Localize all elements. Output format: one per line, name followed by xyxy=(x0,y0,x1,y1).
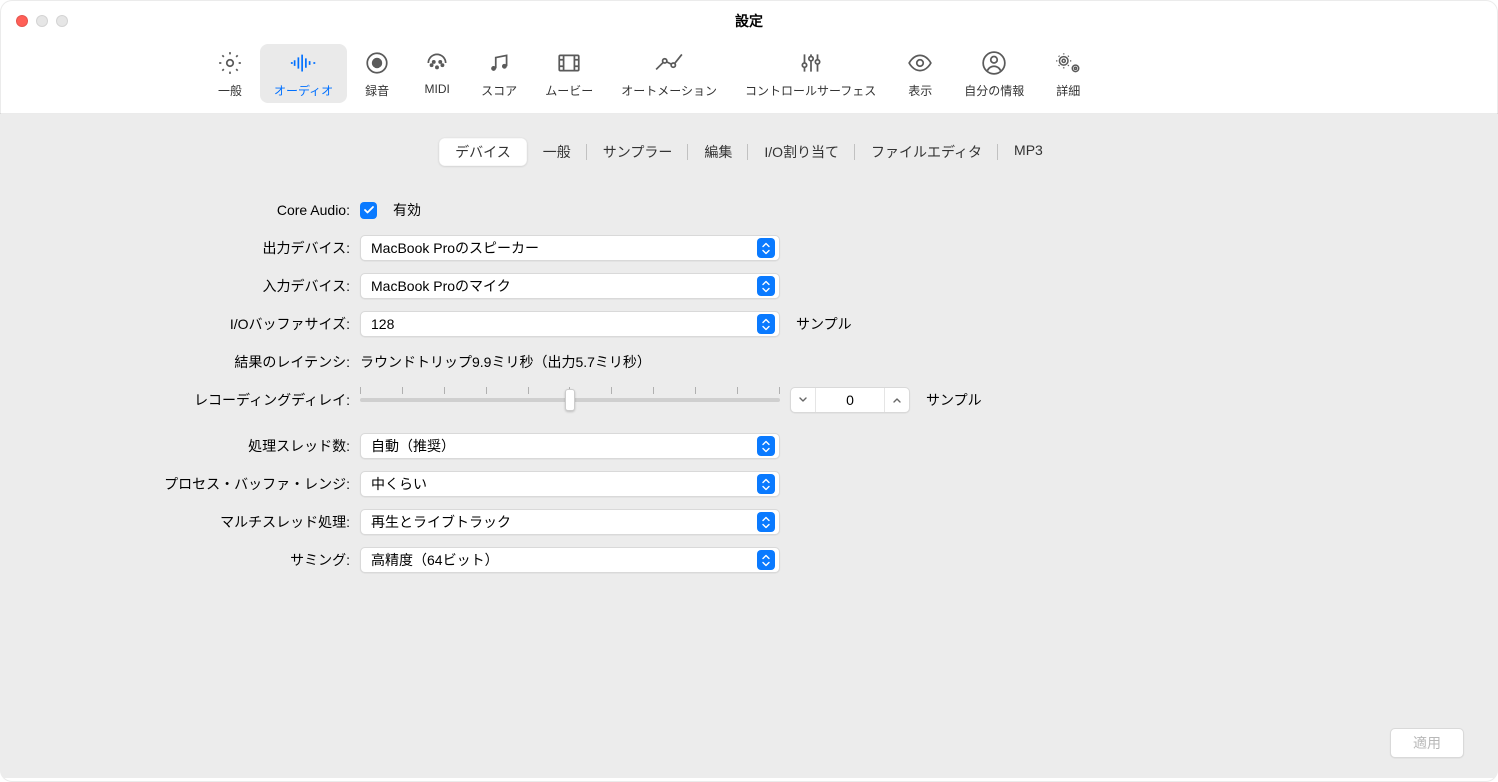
waveform-icon xyxy=(289,48,319,78)
chevron-up-down-icon xyxy=(757,512,775,532)
chevron-up-down-icon xyxy=(757,238,775,258)
titlebar: 設定 xyxy=(0,0,1498,42)
toolbar-label: MIDI xyxy=(425,82,450,96)
toolbar-general[interactable]: 一般 xyxy=(200,44,260,103)
io-buffer-label: I/Oバッファサイズ: xyxy=(80,314,360,334)
toolbar-movie[interactable]: ムービー xyxy=(531,44,607,103)
tab-io-assignments[interactable]: I/O割り当て xyxy=(748,138,855,166)
chevron-down-icon xyxy=(798,396,808,404)
stepper-increment[interactable] xyxy=(885,388,909,412)
toolbar-label: オートメーション xyxy=(621,82,717,99)
chevron-up-down-icon xyxy=(757,474,775,494)
processing-threads-label: 処理スレッド数: xyxy=(80,436,360,456)
input-device-value: MacBook Proのマイク xyxy=(371,276,757,296)
toolbar-label: ムービー xyxy=(545,82,593,99)
multithreading-select[interactable]: 再生とライブトラック xyxy=(360,509,780,535)
minimize-button[interactable] xyxy=(36,15,48,27)
recording-delay-suffix: サンプル xyxy=(926,390,982,410)
chevron-up-down-icon xyxy=(757,276,775,296)
toolbar-label: 詳細 xyxy=(1056,82,1080,99)
maximize-button[interactable] xyxy=(56,15,68,27)
latency-value: ラウンドトリップ9.9ミリ秒（出力5.7ミリ秒） xyxy=(360,352,651,372)
process-buffer-range-value: 中くらい xyxy=(371,474,757,494)
summing-label: サミング: xyxy=(80,550,360,570)
chevron-up-down-icon xyxy=(757,314,775,334)
core-audio-checkbox[interactable] xyxy=(360,202,377,219)
tab-editing[interactable]: 編集 xyxy=(688,138,748,166)
checkmark-icon xyxy=(363,204,375,216)
stepper-decrement[interactable] xyxy=(791,388,815,412)
core-audio-label: Core Audio: xyxy=(80,202,360,218)
slider-thumb[interactable] xyxy=(565,389,575,411)
input-device-select[interactable]: MacBook Proのマイク xyxy=(360,273,780,299)
tab-file-editor[interactable]: ファイルエディタ xyxy=(855,138,998,166)
recording-delay-value[interactable]: 0 xyxy=(815,388,885,412)
film-icon xyxy=(554,48,584,78)
settings-window: 設定 一般 オーディオ 録音 xyxy=(0,0,1498,782)
recording-delay-label: レコーディングディレイ: xyxy=(80,390,360,410)
toolbar-control-surfaces[interactable]: コントロールサーフェス xyxy=(731,44,890,103)
toolbar-display[interactable]: 表示 xyxy=(890,44,950,103)
multithreading-label: マルチスレッド処理: xyxy=(80,512,360,532)
eye-icon xyxy=(905,48,935,78)
output-device-label: 出力デバイス: xyxy=(80,238,360,258)
automation-icon xyxy=(654,48,684,78)
toolbar-label: スコア xyxy=(481,82,517,99)
window-title: 設定 xyxy=(0,11,1498,31)
person-circle-icon xyxy=(979,48,1009,78)
recording-delay-stepper[interactable]: 0 xyxy=(790,387,910,413)
io-buffer-select[interactable]: 128 xyxy=(360,311,780,337)
gear-icon xyxy=(215,48,245,78)
summing-select[interactable]: 高精度（64ビット） xyxy=(360,547,780,573)
recording-delay-slider[interactable] xyxy=(360,390,780,410)
toolbar-label: 一般 xyxy=(218,82,242,99)
sliders-icon xyxy=(796,48,826,78)
chevron-up-down-icon xyxy=(757,550,775,570)
content-area: デバイス 一般 サンプラー 編集 I/O割り当て ファイルエディタ MP3 Co… xyxy=(0,114,1498,778)
toolbar-advanced[interactable]: 詳細 xyxy=(1038,44,1098,103)
tab-sampler[interactable]: サンプラー xyxy=(587,138,689,166)
core-audio-enabled-label: 有効 xyxy=(393,200,421,220)
process-buffer-range-select[interactable]: 中くらい xyxy=(360,471,780,497)
tab-devices[interactable]: デバイス xyxy=(439,138,527,166)
toolbar-my-info[interactable]: 自分の情報 xyxy=(950,44,1038,103)
gears-icon xyxy=(1053,48,1083,78)
processing-threads-value: 自動（推奨） xyxy=(371,436,757,456)
midi-icon xyxy=(422,48,452,78)
toolbar-label: 自分の情報 xyxy=(964,82,1024,99)
apply-button[interactable]: 適用 xyxy=(1390,728,1464,758)
multithreading-value: 再生とライブトラック xyxy=(371,512,757,532)
sub-tab-bar: デバイス 一般 サンプラー 編集 I/O割り当て ファイルエディタ MP3 xyxy=(30,138,1468,166)
toolbar-label: コントロールサーフェス xyxy=(745,82,876,99)
toolbar-audio[interactable]: オーディオ xyxy=(260,44,347,103)
process-buffer-range-label: プロセス・バッファ・レンジ: xyxy=(80,474,360,494)
toolbar-score[interactable]: スコア xyxy=(467,44,531,103)
input-device-label: 入力デバイス: xyxy=(80,276,360,296)
output-device-select[interactable]: MacBook Proのスピーカー xyxy=(360,235,780,261)
latency-label: 結果のレイテンシ: xyxy=(80,352,360,372)
tab-general[interactable]: 一般 xyxy=(527,138,587,166)
toolbar-label: 録音 xyxy=(365,82,389,99)
music-notes-icon xyxy=(484,48,514,78)
settings-form: Core Audio: 有効 出力デバイス: MacBook Proのスピーカー xyxy=(80,196,1468,574)
toolbar-midi[interactable]: MIDI xyxy=(407,44,467,103)
output-device-value: MacBook Proのスピーカー xyxy=(371,238,757,258)
record-icon xyxy=(362,48,392,78)
chevron-up-icon xyxy=(892,396,902,404)
chevron-up-down-icon xyxy=(757,436,775,456)
io-buffer-suffix: サンプル xyxy=(796,314,852,334)
traffic-lights xyxy=(16,15,68,27)
close-button[interactable] xyxy=(16,15,28,27)
toolbar-label: オーディオ xyxy=(274,82,333,99)
processing-threads-select[interactable]: 自動（推奨） xyxy=(360,433,780,459)
toolbar-automation[interactable]: オートメーション xyxy=(607,44,731,103)
tab-mp3[interactable]: MP3 xyxy=(998,138,1059,166)
io-buffer-value: 128 xyxy=(371,316,757,332)
toolbar: 一般 オーディオ 録音 MIDI xyxy=(0,42,1498,114)
toolbar-label: 表示 xyxy=(908,82,932,99)
summing-value: 高精度（64ビット） xyxy=(371,550,757,570)
toolbar-recording[interactable]: 録音 xyxy=(347,44,407,103)
